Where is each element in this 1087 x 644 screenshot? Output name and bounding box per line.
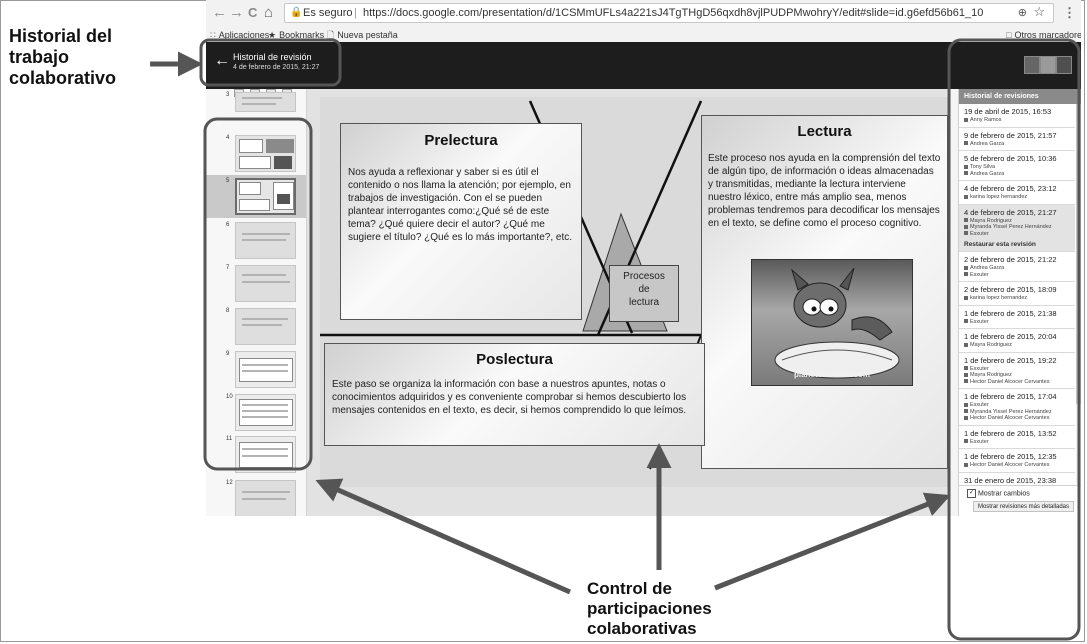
callout-box-revisions [947, 38, 1081, 641]
annotation-line: Historial del [9, 26, 113, 46]
annotation-line: participaciones [587, 599, 712, 618]
annotation-historial-label: Historial del trabajo colaborativo [9, 26, 159, 89]
callout-box-filmstrip [203, 117, 313, 471]
annotation-line: Control de [587, 579, 672, 598]
arrow-to-filmstrip [315, 478, 572, 595]
annotation-line: trabajo [9, 47, 70, 67]
annotation-control-label: Control de participaciones colaborativas [587, 579, 787, 639]
annotation-line: colaborativo [9, 68, 117, 88]
annotation-overlay [150, 38, 1081, 641]
annotation-line: colaborativas [587, 619, 697, 638]
callout-box-header [199, 38, 342, 87]
arrow-to-revisions [714, 492, 951, 591]
